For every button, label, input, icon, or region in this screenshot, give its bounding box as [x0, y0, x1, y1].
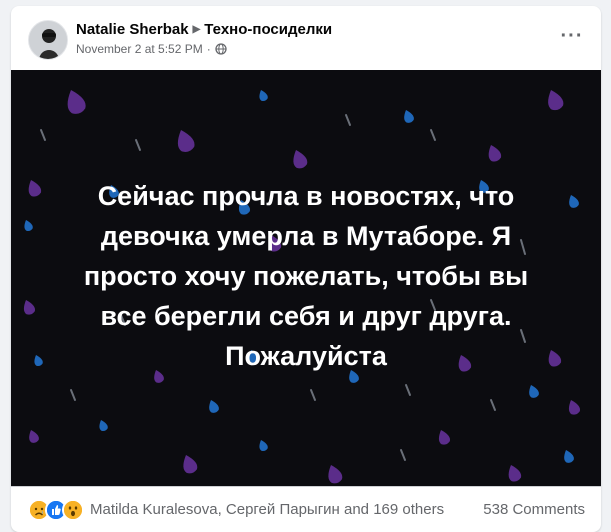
post-meta: November 2 at 5:52 PM · [76, 42, 227, 56]
raindrop-shape [24, 220, 33, 231]
raindrop-shape [438, 430, 451, 445]
rain-streak-shape [310, 389, 316, 401]
post-text-line: просто хочу пожелать, чтобы вы [83, 261, 529, 291]
rain-streak-shape [400, 449, 406, 461]
raindrop-shape [259, 90, 268, 101]
more-horizontal-icon: ··· [560, 24, 584, 47]
author-line: Natalie Sherbak ▶ Техно-посиделки [76, 21, 332, 38]
more-options-button[interactable]: ··· [557, 24, 587, 48]
post-text-line: все берегли себя и друг друга. [100, 301, 512, 331]
separator-dot: · [206, 42, 211, 56]
avatar[interactable] [28, 20, 68, 60]
post-text-line: Сейчас прочла в новостях, что [97, 181, 515, 211]
raindrop-shape [67, 90, 86, 114]
rain-streak-shape [40, 129, 46, 141]
post-card: Natalie Sherbak ▶ Техно-посиделки Novemb… [11, 6, 601, 532]
raindrop-shape [404, 110, 414, 123]
rain-streak-shape [135, 139, 141, 151]
raindrop-shape [488, 145, 502, 162]
post-timestamp[interactable]: November 2 at 5:52 PM [76, 42, 203, 56]
raindrop-shape [259, 440, 268, 451]
raindrop-shape [209, 400, 219, 413]
post-text-line: девочка умерла в Мутаборе. Я [100, 221, 512, 251]
wow-reaction-icon [62, 499, 84, 521]
reaction-icons[interactable] [28, 499, 84, 521]
raindrop-shape [99, 420, 108, 431]
raindrop-shape [177, 130, 195, 152]
post-footer: Matilda Kuralesova, Сергей Парыгин and 1… [11, 486, 601, 532]
globe-icon [215, 43, 227, 55]
raindrop-shape [568, 400, 581, 415]
post-text: Сейчас прочла в новостях, что девочка ум… [51, 176, 561, 376]
raindrop-shape [508, 465, 522, 482]
raindrop-shape [29, 430, 39, 443]
rain-streak-shape [70, 389, 76, 401]
group-name[interactable]: Техно-посиделки [204, 21, 332, 38]
rain-streak-shape [490, 399, 496, 411]
author-name[interactable]: Natalie Sherbak [76, 21, 189, 38]
avatar-image [29, 21, 67, 59]
reaction-names[interactable]: Matilda Kuralesova, Сергей Парыгин and 1… [90, 501, 444, 518]
raindrop-shape [183, 455, 198, 474]
raindrop-shape [328, 465, 343, 484]
caret-right-icon: ▶ [192, 24, 201, 35]
raindrop-shape [529, 385, 539, 398]
raindrop-shape [569, 195, 579, 208]
rain-streak-shape [345, 114, 351, 126]
comments-count[interactable]: 538 Comments [483, 501, 585, 518]
raindrop-shape [34, 355, 43, 366]
rain-streak-shape [405, 384, 411, 396]
raindrop-shape [293, 150, 308, 169]
post-header: Natalie Sherbak ▶ Техно-посиделки Novemb… [11, 6, 601, 70]
raindrop-shape [548, 90, 564, 111]
rain-streak-shape [430, 129, 436, 141]
raindrop-shape [23, 300, 36, 315]
post-media[interactable]: Сейчас прочла в новостях, что девочка ум… [11, 70, 601, 486]
post-text-line: Пожалуйста [225, 341, 387, 371]
raindrop-shape [28, 180, 42, 197]
raindrop-shape [564, 450, 574, 463]
